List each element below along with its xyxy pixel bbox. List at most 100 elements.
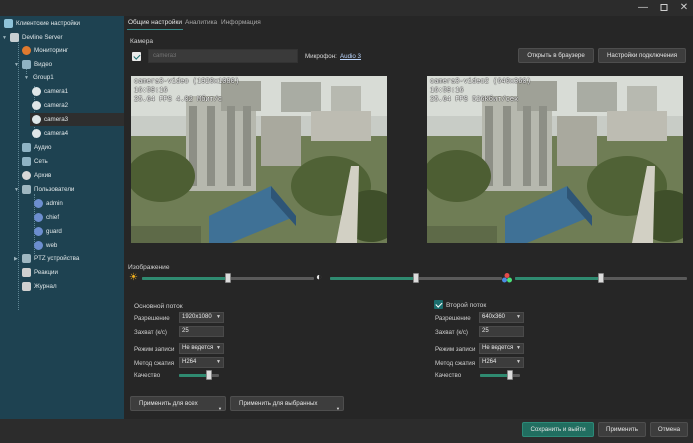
- stream-title-overlay: camera3-video2 (640x360): [430, 78, 531, 86]
- camera-name-input[interactable]: [148, 49, 298, 63]
- tree-label: Сеть: [34, 158, 48, 165]
- second-stream-preview: camera3-video2 (640x360) 16:59:16 25.64 …: [427, 76, 683, 243]
- server-icon: [10, 32, 19, 42]
- resolution-label: Разрешение: [435, 315, 471, 322]
- tree-item-user-admin[interactable]: admin: [34, 197, 63, 210]
- saturation-knob[interactable]: [598, 273, 604, 283]
- select-value: H264: [182, 359, 197, 365]
- minimize-icon[interactable]: —: [636, 2, 650, 14]
- tree-label: camera4: [44, 130, 69, 137]
- second-capture-input[interactable]: 25: [479, 326, 524, 337]
- apply-button[interactable]: Применить: [598, 422, 646, 437]
- collapse-arrow-icon[interactable]: ▼: [2, 35, 7, 41]
- stream-stats-overlay: 25.64 FPS 526Кбит/сек: [430, 96, 519, 104]
- tree-item-camera3[interactable]: camera3: [30, 113, 124, 126]
- stream-stats-overlay: 25.64 FPS 4.02 Мбит/с: [134, 96, 223, 104]
- collapse-arrow-icon[interactable]: ▼: [24, 75, 29, 81]
- second-quality-slider[interactable]: [480, 370, 520, 380]
- tab-analytics[interactable]: Аналитика: [185, 19, 217, 26]
- brightness-knob[interactable]: [225, 273, 231, 283]
- tree-label: Devline Server: [22, 34, 63, 41]
- tree-label: Архив: [34, 172, 52, 179]
- tab-general[interactable]: Общие настройки: [128, 19, 182, 26]
- tree-label: guard: [46, 228, 62, 235]
- collapse-arrow-icon[interactable]: ▼: [14, 62, 19, 68]
- input-value: 25: [182, 328, 189, 334]
- close-icon[interactable]: ✕: [677, 2, 691, 14]
- resolution-label: Разрешение: [134, 315, 170, 322]
- capture-label: Захват (к/с): [134, 329, 167, 336]
- microphone-link[interactable]: Audio 3: [340, 53, 361, 60]
- tree-item-journal[interactable]: Журнал: [22, 280, 57, 293]
- tree-item-server[interactable]: Devline Server: [10, 31, 63, 44]
- microphone-label: Микрофон:: [305, 53, 337, 60]
- image-section-label: Изображение: [128, 264, 170, 271]
- capture-label: Захват (к/с): [435, 329, 468, 336]
- second-resolution-select[interactable]: 640x360 ▼: [479, 312, 524, 323]
- main-stream-preview: camera3-video (1920x1080) 16:59:16 25.64…: [131, 76, 387, 243]
- cancel-button[interactable]: Отмена: [650, 422, 688, 437]
- second-codec-select[interactable]: H264 ▼: [479, 357, 524, 368]
- camera-section-label: Камера: [130, 38, 154, 45]
- tree-item-user-chief[interactable]: chief: [34, 211, 59, 224]
- codec-label: Метод сжатия: [134, 360, 175, 367]
- tree-item-monitoring[interactable]: Мониторинг: [22, 44, 68, 57]
- record-mode-label: Режим записи: [134, 346, 175, 353]
- main-stream-title: Основной поток: [134, 303, 183, 310]
- tree-item-camera2[interactable]: camera2: [32, 99, 68, 112]
- collapse-arrow-icon[interactable]: ▼: [14, 187, 19, 193]
- tree-item-user-web[interactable]: web: [34, 239, 57, 252]
- input-value: 25: [482, 328, 489, 334]
- tree-item-ptz[interactable]: PTZ устройства: [22, 252, 79, 265]
- camera-enabled-checkbox[interactable]: [132, 52, 141, 61]
- open-in-browser-button[interactable]: Открыть в браузере: [518, 48, 594, 63]
- tab-info[interactable]: Информация: [221, 19, 261, 26]
- tree-item-video[interactable]: Видео: [22, 58, 52, 71]
- tree-item-client-settings[interactable]: Клиентские настройки: [4, 17, 80, 30]
- connection-settings-button[interactable]: Настройки подключения: [598, 48, 686, 63]
- main-quality-slider[interactable]: [179, 370, 219, 380]
- main-resolution-select[interactable]: 1920x1080 ▼: [179, 312, 224, 323]
- second-record-mode-select[interactable]: Не ведется ▼: [479, 343, 524, 354]
- main-record-mode-select[interactable]: Не ведется ▼: [179, 343, 224, 354]
- brightness-slider[interactable]: [142, 273, 314, 283]
- tree-item-archive[interactable]: Архив: [22, 169, 51, 182]
- second-stream-checkbox[interactable]: [434, 300, 443, 309]
- record-mode-label: Режим записи: [435, 346, 476, 353]
- monitoring-icon: [22, 45, 31, 55]
- tree-item-camera4[interactable]: camera4: [32, 127, 68, 140]
- quality-knob[interactable]: [206, 370, 212, 380]
- chevron-down-icon: ▼: [216, 359, 221, 365]
- save-and-exit-button[interactable]: Сохранить и выйти: [522, 422, 594, 437]
- tree-item-audio[interactable]: Аудио: [22, 141, 51, 154]
- contrast-slider[interactable]: [330, 273, 502, 283]
- maximize-icon[interactable]: [657, 2, 671, 14]
- tree-item-user-guard[interactable]: guard: [34, 225, 62, 238]
- quality-fill: [179, 374, 209, 377]
- tree-item-camera1[interactable]: camera1: [32, 85, 68, 98]
- reactions-icon: [22, 267, 31, 277]
- active-tab-indicator: [127, 29, 183, 30]
- button-label: Применить для выбранных: [239, 400, 318, 407]
- select-value: 640x360: [482, 314, 506, 320]
- brightness-icon: ☀: [129, 272, 138, 283]
- tree-label: Group1: [33, 74, 54, 81]
- contrast-knob[interactable]: [413, 273, 419, 283]
- apply-to-all-button[interactable]: Применить для всех ▼: [130, 396, 226, 411]
- tree-item-network[interactable]: Сеть: [22, 155, 48, 168]
- title-bar: — ✕: [0, 0, 693, 16]
- camera-icon: [32, 128, 41, 138]
- apply-to-selected-button[interactable]: Применить для выбранных ▼: [230, 396, 344, 411]
- quality-knob[interactable]: [507, 370, 513, 380]
- tree-item-group1[interactable]: Group1: [33, 71, 54, 84]
- tree-item-users[interactable]: Пользователи: [22, 183, 74, 196]
- footer-bar: Сохранить и выйти Применить Отмена: [0, 419, 693, 443]
- select-value: Не ведется: [482, 345, 514, 351]
- tree-item-reactions[interactable]: Реакции: [22, 266, 58, 279]
- camera-settings-panel: Общие настройки Аналитика Информация Кам…: [124, 16, 693, 419]
- main-codec-select[interactable]: H264 ▼: [179, 357, 224, 368]
- expand-arrow-icon[interactable]: ▶: [14, 256, 18, 262]
- main-capture-input[interactable]: 25: [179, 326, 224, 337]
- saturation-slider[interactable]: [515, 273, 687, 283]
- chevron-down-icon: ▼: [516, 359, 521, 365]
